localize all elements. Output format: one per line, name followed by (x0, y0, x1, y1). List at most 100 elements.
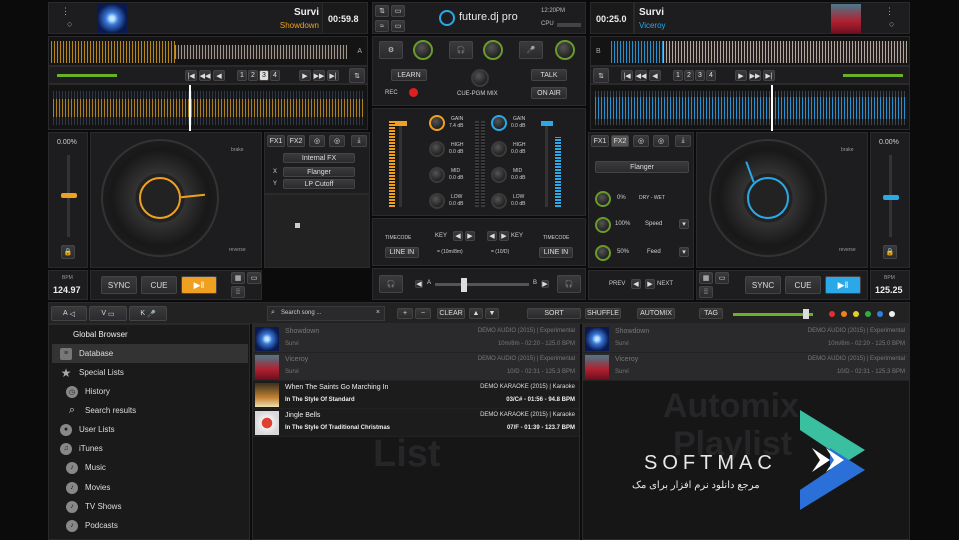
automix-row[interactable]: Viceroy Survi DEMO AUDIO (2015) | Experi… (583, 353, 909, 381)
move-up-button[interactable]: ▲ (469, 308, 483, 319)
deck-right-sync-button[interactable]: SYNC (745, 276, 781, 294)
tool-icon-2[interactable]: ▭ (391, 5, 405, 17)
deck-right-play-button[interactable]: ▶‖ (825, 276, 861, 294)
deck-left-volume-fader[interactable] (395, 121, 407, 126)
browser-tab-video[interactable]: V ▭ (89, 306, 127, 321)
deck-right-headphone-cue-icon[interactable]: 🎧 (557, 275, 581, 293)
deck-right-back-button[interactable]: |◀ (621, 70, 633, 81)
deck-right-feed-knob[interactable] (595, 245, 611, 261)
deck-right-prev-button[interactable]: ◀ (649, 70, 661, 81)
deck-right-next-button[interactable]: ▶ (735, 70, 747, 81)
deck-left-view-icon[interactable]: ▭ (247, 272, 261, 284)
deck-left-line-in-button[interactable]: LINE IN (385, 247, 419, 258)
cue-pgm-knob[interactable] (471, 69, 489, 87)
add-button[interactable]: + (397, 308, 413, 319)
browser-zoom-handle[interactable] (803, 309, 809, 319)
sidebar-item-special-lists[interactable]: ★ Special Lists (50, 363, 250, 382)
color-dot-yellow[interactable] (853, 311, 859, 317)
tag-button[interactable]: TAG (699, 308, 723, 319)
deck-right-prev-label[interactable]: PREV (609, 281, 625, 287)
deck-right-volume-fader[interactable] (541, 121, 553, 126)
sidebar-item-search-results[interactable]: ⌕ Search results (66, 401, 266, 420)
browser-tab-audio[interactable]: A ◁ (51, 306, 87, 321)
deck-left-next-button[interactable]: ▶ (299, 70, 311, 81)
deck-left-apps-icon[interactable]: ⁞⁞ (231, 286, 245, 298)
song-row[interactable]: Showdown Survi DEMO AUDIO (2015) | Exper… (253, 325, 579, 353)
sidebar-item-movies[interactable]: ♪ Movies (66, 478, 266, 497)
deck-right-apps-icon[interactable]: ⁞⁞ (699, 286, 713, 298)
sort-button[interactable]: SORT (527, 308, 581, 319)
deck-left-fx2-tab[interactable]: FX2 (287, 135, 305, 147)
deck-left-xy-point[interactable] (295, 223, 300, 228)
crossfader-right-arrow[interactable]: ▶ (541, 280, 549, 288)
remove-button[interactable]: − (415, 308, 431, 319)
deck-left-headphone-cue-icon[interactable]: 🎧 (379, 275, 403, 293)
deck-left-lock-icon[interactable]: 🔒 (61, 245, 75, 259)
deck-right-loop-1[interactable]: 1 (673, 70, 683, 81)
mixer-settings-icon[interactable]: ⚙ (379, 41, 403, 59)
deck-right-loop-2[interactable]: 2 (684, 70, 694, 81)
browser-tab-karaoke[interactable]: K 🎤 (129, 306, 167, 321)
deck-left-loop-4[interactable]: 4 (270, 70, 280, 81)
deck-right-ffwd-button[interactable]: ▶▶ (749, 70, 761, 81)
move-down-button[interactable]: ▼ (485, 308, 499, 319)
mixer-mic-knob[interactable] (555, 40, 575, 60)
tool-icon-4[interactable]: ▭ (391, 20, 405, 32)
deck-left-key-down[interactable]: ◀ (453, 231, 463, 241)
headphones-icon[interactable]: 🎧 (449, 41, 473, 59)
deck-left-overview[interactable]: A (48, 36, 368, 66)
deck-left-gain-knob[interactable] (429, 115, 445, 131)
deck-right-key-up[interactable]: ▶ (499, 231, 509, 241)
on-air-button[interactable]: ON AIR (531, 87, 567, 99)
deck-left-play-button[interactable]: ▶‖ (181, 276, 217, 294)
deck-right-prev-track-icon[interactable]: ◀ (631, 279, 641, 289)
deck-left-ffwd-button[interactable]: ▶▶ (313, 70, 325, 81)
browser-zoom-slider[interactable] (733, 313, 813, 316)
deck-left-xy-pad[interactable] (264, 194, 370, 268)
deck-right-view-icon[interactable]: ▭ (715, 272, 729, 284)
deck-right-fx-effect[interactable]: Flanger (595, 161, 689, 173)
deck-left-fx-x[interactable]: Flanger (283, 167, 355, 177)
learn-button[interactable]: LEARN (391, 69, 427, 81)
deck-left-fx-power-icon[interactable]: ◎ (309, 135, 325, 147)
power-icon[interactable]: ○ (67, 19, 72, 29)
tool-icon-1[interactable]: ⇅ (375, 5, 389, 17)
deck-left-fx-y[interactable]: LP Cutoff (283, 179, 355, 189)
search-clear-icon[interactable]: × (376, 309, 380, 316)
deck-left-prev-button[interactable]: ◀ (213, 70, 225, 81)
deck-left-cue-button[interactable]: CUE (141, 276, 177, 294)
sidebar-item-itunes[interactable]: ♫ iTunes (50, 439, 250, 458)
deck-left-loop-3[interactable]: 3 (259, 70, 269, 81)
color-dot-red[interactable] (829, 311, 835, 317)
deck-left-loop-2[interactable]: 2 (248, 70, 258, 81)
deck-right-waveform[interactable] (590, 84, 910, 131)
sidebar-item-user-lists[interactable]: ● User Lists (50, 420, 250, 439)
rec-indicator[interactable] (409, 88, 418, 97)
deck-left-load-icon[interactable]: ⇅ (349, 68, 365, 83)
deck-left-grid-icon[interactable]: ▦ (231, 272, 245, 284)
deck-right-low-knob[interactable] (491, 193, 507, 209)
deck-left-high-knob[interactable] (429, 141, 445, 157)
deck-right-overview[interactable]: B (590, 36, 910, 66)
deck-left-end-button[interactable]: ▶| (327, 70, 339, 81)
clear-button[interactable]: CLEAR (437, 308, 465, 319)
deck-right-fx-settings-icon[interactable]: ◎ (653, 135, 669, 147)
deck-right-next-label[interactable]: NEXT (657, 281, 673, 287)
deck-left-low-knob[interactable] (429, 193, 445, 209)
deck-right-loop-4[interactable]: 4 (706, 70, 716, 81)
deck-left-fx-source[interactable]: Internal FX (283, 153, 355, 163)
deck-left-fx-settings-icon[interactable]: ◎ (329, 135, 345, 147)
deck-left-sync-button[interactable]: SYNC (101, 276, 137, 294)
deck-right-fx2-tab[interactable]: FX2 (611, 135, 629, 147)
color-dot-blue[interactable] (877, 311, 883, 317)
sidebar-item-music[interactable]: ♪ Music (66, 458, 266, 477)
deck-right-key-down[interactable]: ◀ (487, 231, 497, 241)
deck-right-fx1-tab[interactable]: FX1 (591, 135, 609, 147)
power-icon[interactable]: ○ (889, 19, 894, 29)
deck-right-gain-knob[interactable] (491, 115, 507, 131)
deck-right-next-track-icon[interactable]: ▶ (645, 279, 655, 289)
tool-icon-3[interactable]: ≈ (375, 20, 389, 32)
sidebar-item-podcasts[interactable]: ♪ Podcasts (66, 516, 266, 535)
color-dot-white[interactable] (889, 311, 895, 317)
song-row[interactable]: Jingle Bells In The Style Of Traditional… (253, 409, 579, 437)
